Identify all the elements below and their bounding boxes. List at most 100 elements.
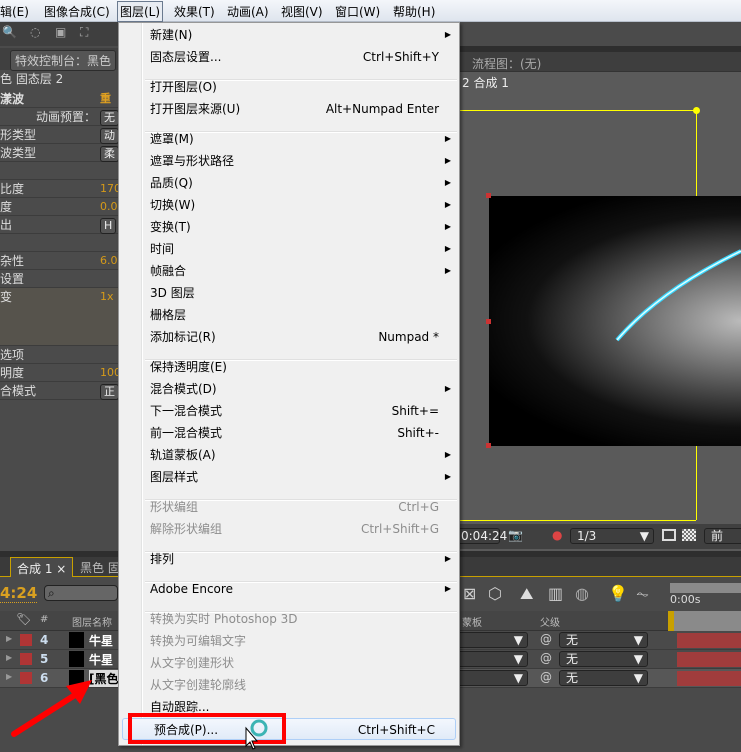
- graph-editor-icon[interactable]: ⏦: [636, 584, 649, 604]
- menu-item[interactable]: 从文字创建形状: [119, 652, 459, 674]
- property-value[interactable]: 柔: [100, 146, 119, 162]
- live-update-icon[interactable]: ⬡: [488, 584, 502, 603]
- property-value[interactable]: 无: [100, 110, 119, 126]
- parent-select[interactable]: 无 ▼: [559, 670, 648, 686]
- view-select[interactable]: 前: [704, 528, 741, 544]
- submenu-arrow-icon: ▶: [444, 472, 451, 481]
- menu-item[interactable]: 固态层设置... Ctrl+Shift+Y: [119, 46, 459, 68]
- draft-3d-icon[interactable]: ⛰: [520, 584, 533, 604]
- submenu-arrow-icon: ▶: [444, 134, 451, 143]
- timecode-display[interactable]: 0:04:24: [454, 528, 507, 544]
- layer-name[interactable]: 牛星: [89, 651, 113, 668]
- menu-window[interactable]: 窗口(W): [335, 3, 380, 20]
- menu-item[interactable]: 轨道蒙板(A) ▶: [119, 444, 459, 466]
- region-icon[interactable]: [662, 529, 676, 541]
- property-value[interactable]: 0.0: [100, 198, 118, 216]
- parent-select[interactable]: 无 ▼: [559, 651, 648, 667]
- label-color-swatch[interactable]: [20, 634, 32, 646]
- col-layer-name: 图层名称: [72, 618, 112, 629]
- effect-property-row: 杂性 6.0: [0, 252, 118, 270]
- property-value[interactable]: 动: [100, 128, 119, 144]
- effect-property-row: 波类型 柔: [0, 144, 119, 162]
- menu-item[interactable]: 添加标记(R) Numpad *: [119, 326, 459, 348]
- camera-tool-icon[interactable]: ▣: [55, 25, 66, 39]
- menu-item[interactable]: 排列 ▶: [119, 548, 459, 570]
- menu-item[interactable]: 品质(Q) ▶: [119, 172, 459, 194]
- current-time[interactable]: 4:24: [0, 584, 38, 603]
- property-label: 出: [0, 218, 13, 232]
- menu-composition[interactable]: 图像合成(C): [44, 3, 110, 20]
- property-value[interactable]: 正: [100, 384, 119, 400]
- menu-item[interactable]: 下一混合模式 Shift+=: [119, 400, 459, 422]
- layer-duration-bar[interactable]: [677, 633, 741, 648]
- menu-item-label: 转换为实时 Photoshop 3D: [150, 612, 298, 626]
- layer-name[interactable]: 牛星: [89, 632, 113, 649]
- menu-item[interactable]: 遮罩与形状路径 ▶: [119, 150, 459, 172]
- property-label: 波类型: [0, 146, 37, 160]
- layer-duration-bar[interactable]: [677, 652, 741, 667]
- toolbar: 🔍 ◌ ▣ ⛶: [0, 22, 118, 46]
- menu-item-label: 轨道蒙板(A): [150, 448, 216, 462]
- menu-item[interactable]: 保持透明度(E): [119, 356, 459, 378]
- layer-menu-dropdown: 新建(N) ▶ 固态层设置... Ctrl+Shift+Y 打开图层(O) 打开图层来源(…: [118, 22, 460, 746]
- tab-black-solid[interactable]: 黑色 固: [80, 559, 120, 576]
- resolution-select[interactable]: 1/3 ▼: [570, 528, 654, 544]
- tab-effect-controls[interactable]: 特效控制台：黑色: [10, 50, 117, 71]
- parent-select[interactable]: 无 ▼: [559, 632, 648, 648]
- menu-item[interactable]: 打开图层(O): [119, 76, 459, 98]
- pan-tool-icon[interactable]: ⛶: [80, 25, 88, 40]
- menu-help[interactable]: 帮助(H): [393, 3, 435, 20]
- menu-item[interactable]: 时间 ▶: [119, 238, 459, 260]
- menu-item[interactable]: 转换为可编辑文字: [119, 630, 459, 652]
- frame-blending-icon[interactable]: ▥: [548, 584, 563, 603]
- menu-item[interactable]: 遮罩(M) ▶: [119, 128, 459, 150]
- layer-number: 5: [40, 652, 49, 666]
- pickwhip-icon[interactable]: @: [540, 670, 552, 684]
- label-color-swatch[interactable]: [20, 653, 32, 665]
- menu-item[interactable]: 新建(N) ▶: [119, 24, 459, 46]
- comp-mini-flowchart-icon[interactable]: ⊠: [463, 584, 476, 603]
- menu-effect[interactable]: 效果(T): [174, 3, 215, 20]
- expand-triangle-icon[interactable]: ▶: [6, 653, 12, 662]
- pickwhip-icon[interactable]: @: [540, 651, 552, 665]
- menu-item-label: 解除形状编组: [150, 522, 223, 536]
- menu-item[interactable]: 帧融合 ▶: [119, 260, 459, 282]
- snapshot-icon[interactable]: 📷: [508, 528, 523, 542]
- busy-cursor-icon: [245, 719, 268, 750]
- menu-item[interactable]: 变换(T) ▶: [119, 216, 459, 238]
- menu-layer[interactable]: 图层(L): [117, 1, 164, 22]
- menu-view[interactable]: 视图(V): [281, 3, 323, 20]
- channel-icon[interactable]: ●: [552, 528, 562, 542]
- menu-item[interactable]: 栅格层: [119, 304, 459, 326]
- menu-item[interactable]: 前一混合模式 Shift+-: [119, 422, 459, 444]
- zoom-tool-icon[interactable]: 🔍: [2, 25, 17, 39]
- menu-item[interactable]: 解除形状编组 Ctrl+Shift+G: [119, 518, 459, 540]
- menu-edit[interactable]: 辑(E): [0, 3, 29, 20]
- menu-item-label: 变换(T): [150, 220, 191, 234]
- submenu-arrow-icon: ▶: [444, 384, 451, 393]
- menu-animation[interactable]: 动画(A): [227, 3, 269, 20]
- tab-comp-1[interactable]: 合成 1 ×: [10, 557, 74, 577]
- menu-item[interactable]: 切换(W) ▶: [119, 194, 459, 216]
- menu-item[interactable]: 从文字创建轮廓线: [119, 674, 459, 696]
- layer-duration-bar[interactable]: [677, 671, 741, 686]
- menu-item[interactable]: 形状编组 Ctrl+G: [119, 496, 459, 518]
- brainstorm-icon[interactable]: 💡: [608, 584, 628, 603]
- menu-item[interactable]: 转换为实时 Photoshop 3D: [119, 608, 459, 630]
- rotate-tool-icon[interactable]: ◌: [30, 25, 40, 39]
- flowchart-tab[interactable]: 流程图：(无): [472, 55, 541, 72]
- property-value[interactable]: 1x: [100, 288, 114, 306]
- menu-item[interactable]: Adobe Encore ▶: [119, 578, 459, 600]
- pickwhip-icon[interactable]: @: [540, 632, 552, 646]
- menu-item[interactable]: 打开图层来源(U) Alt+Numpad Enter: [119, 98, 459, 120]
- menu-item[interactable]: 3D 图层: [119, 282, 459, 304]
- layer-thumbnail: [69, 651, 84, 667]
- menu-item[interactable]: 图层样式 ▶: [119, 466, 459, 488]
- expand-triangle-icon[interactable]: ▶: [6, 634, 12, 643]
- menu-item[interactable]: 混合模式(D) ▶: [119, 378, 459, 400]
- property-value[interactable]: 6.0: [100, 252, 118, 270]
- search-input[interactable]: ⌕: [44, 585, 118, 601]
- motion-blur-icon[interactable]: ◍: [575, 584, 589, 603]
- property-value[interactable]: H: [100, 218, 117, 234]
- transparency-grid-icon[interactable]: [682, 529, 696, 541]
